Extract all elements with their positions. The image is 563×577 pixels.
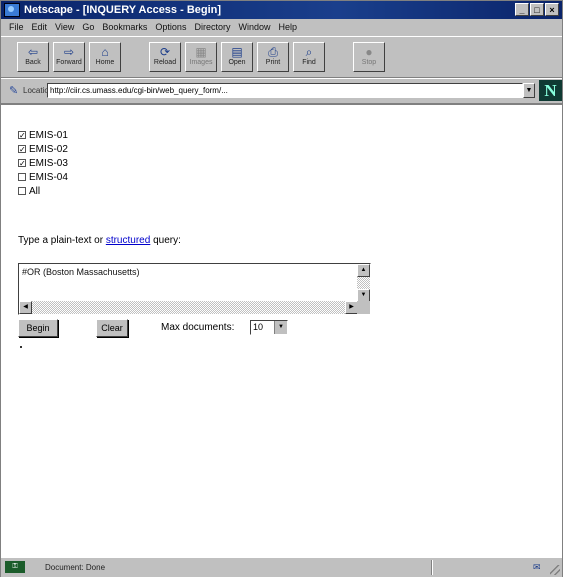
scrollbar-corner xyxy=(357,301,370,314)
menu-view[interactable]: View xyxy=(55,22,74,32)
open-icon: ▤ xyxy=(231,45,243,59)
structured-query-link[interactable]: structured xyxy=(106,235,150,246)
netscape-app-icon xyxy=(4,3,20,17)
begin-button[interactable]: Begin xyxy=(18,319,58,337)
window-controls: _ □ × xyxy=(515,3,559,16)
menu-directory[interactable]: Directory xyxy=(194,22,230,32)
database-option[interactable]: All xyxy=(18,185,40,197)
vertical-scrollbar[interactable]: ▲ ▼ xyxy=(357,264,370,302)
open-button[interactable]: ▤ Open xyxy=(221,42,253,72)
window-title: Netscape - [INQUERY Access - Begin] xyxy=(24,4,222,16)
database-option[interactable]: EMIS-02 xyxy=(18,143,68,155)
menu-bookmarks[interactable]: Bookmarks xyxy=(102,22,147,32)
menu-window[interactable]: Window xyxy=(238,22,270,32)
forward-button[interactable]: ⇨ Forward xyxy=(53,42,85,72)
database-label: All xyxy=(29,185,41,197)
page-content: EMIS-01 EMIS-02 EMIS-03 EMIS-04 All Type… xyxy=(1,104,562,557)
status-text: Document: Done xyxy=(45,563,106,572)
close-button[interactable]: × xyxy=(545,3,559,16)
resize-grip-icon[interactable] xyxy=(550,565,560,575)
database-option[interactable]: EMIS-03 xyxy=(18,157,68,169)
images-button[interactable]: ▦ Images xyxy=(185,42,217,72)
find-icon: ⌕ xyxy=(305,45,313,59)
location-bar: ✎ Location: http://ciir.cs.umass.edu/cgi… xyxy=(1,78,562,104)
stop-icon: ● xyxy=(365,45,373,59)
home-icon: ⌂ xyxy=(101,45,109,59)
security-key-icon: ⚿ xyxy=(5,561,25,573)
query-prompt: Type a plain-text or structured query: xyxy=(18,235,181,246)
database-label: EMIS-01 xyxy=(29,129,68,141)
back-arrow-icon: ⇦ xyxy=(27,45,39,59)
clear-button[interactable]: Clear xyxy=(96,319,128,337)
images-icon: ▦ xyxy=(195,45,207,59)
checkbox[interactable] xyxy=(18,187,26,195)
max-documents-select[interactable]: 10 ▼ xyxy=(250,320,288,335)
maximize-button[interactable]: □ xyxy=(530,3,544,16)
max-documents-label: Max documents: xyxy=(161,322,235,333)
checkbox[interactable] xyxy=(18,131,26,139)
menu-help[interactable]: Help xyxy=(278,22,297,32)
checkbox[interactable] xyxy=(18,173,26,181)
scroll-left-button[interactable]: ◀ xyxy=(19,301,32,314)
reload-icon: ⟳ xyxy=(159,45,171,59)
query-text: #OR (Boston Massachusetts) xyxy=(22,267,140,277)
menu-file[interactable]: File xyxy=(9,22,24,32)
forward-arrow-icon: ⇨ xyxy=(63,45,75,59)
scroll-up-button[interactable]: ▲ xyxy=(357,264,370,277)
bookmark-icon[interactable]: ✎ xyxy=(9,85,21,97)
horizontal-scrollbar[interactable]: ◀ ▶ xyxy=(19,301,358,314)
navigation-toolbar: ⇦ Back ⇨ Forward ⌂ Home ⟳ Reload ▦ Image… xyxy=(1,36,562,78)
menu-options[interactable]: Options xyxy=(155,22,186,32)
home-button[interactable]: ⌂ Home xyxy=(89,42,121,72)
database-option[interactable]: EMIS-04 xyxy=(18,171,68,183)
url-dropdown-button[interactable]: ▼ xyxy=(523,83,535,98)
print-icon: ⎙ xyxy=(268,45,278,59)
status-bar: ⚿ Document: Done ✉ xyxy=(1,557,562,577)
database-label: EMIS-02 xyxy=(29,143,68,155)
database-option[interactable]: EMIS-01 xyxy=(18,129,68,141)
browser-window: Netscape - [INQUERY Access - Begin] _ □ … xyxy=(0,0,563,577)
stray-dot xyxy=(20,346,22,348)
netscape-logo: N xyxy=(539,80,562,101)
stop-button[interactable]: ● Stop xyxy=(353,42,385,72)
title-bar: Netscape - [INQUERY Access - Begin] _ □ … xyxy=(1,1,562,19)
print-button[interactable]: ⎙ Print xyxy=(257,42,289,72)
find-button[interactable]: ⌕ Find xyxy=(293,42,325,72)
database-label: EMIS-03 xyxy=(29,157,68,169)
mail-icon[interactable]: ✉ xyxy=(533,562,541,573)
reload-button[interactable]: ⟳ Reload xyxy=(149,42,181,72)
url-input[interactable]: http://ciir.cs.umass.edu/cgi-bin/web_que… xyxy=(47,83,523,98)
menu-bar: File Edit View Go Bookmarks Options Dire… xyxy=(1,19,562,35)
minimize-button[interactable]: _ xyxy=(515,3,529,16)
chevron-down-icon[interactable]: ▼ xyxy=(274,321,287,334)
back-button[interactable]: ⇦ Back xyxy=(17,42,49,72)
checkbox[interactable] xyxy=(18,159,26,167)
menu-go[interactable]: Go xyxy=(82,22,94,32)
database-label: EMIS-04 xyxy=(29,171,68,183)
checkbox[interactable] xyxy=(18,145,26,153)
query-textarea[interactable]: #OR (Boston Massachusetts) ▲ ▼ ◀ ▶ xyxy=(18,263,371,315)
menu-edit[interactable]: Edit xyxy=(32,22,48,32)
status-divider xyxy=(431,560,432,575)
